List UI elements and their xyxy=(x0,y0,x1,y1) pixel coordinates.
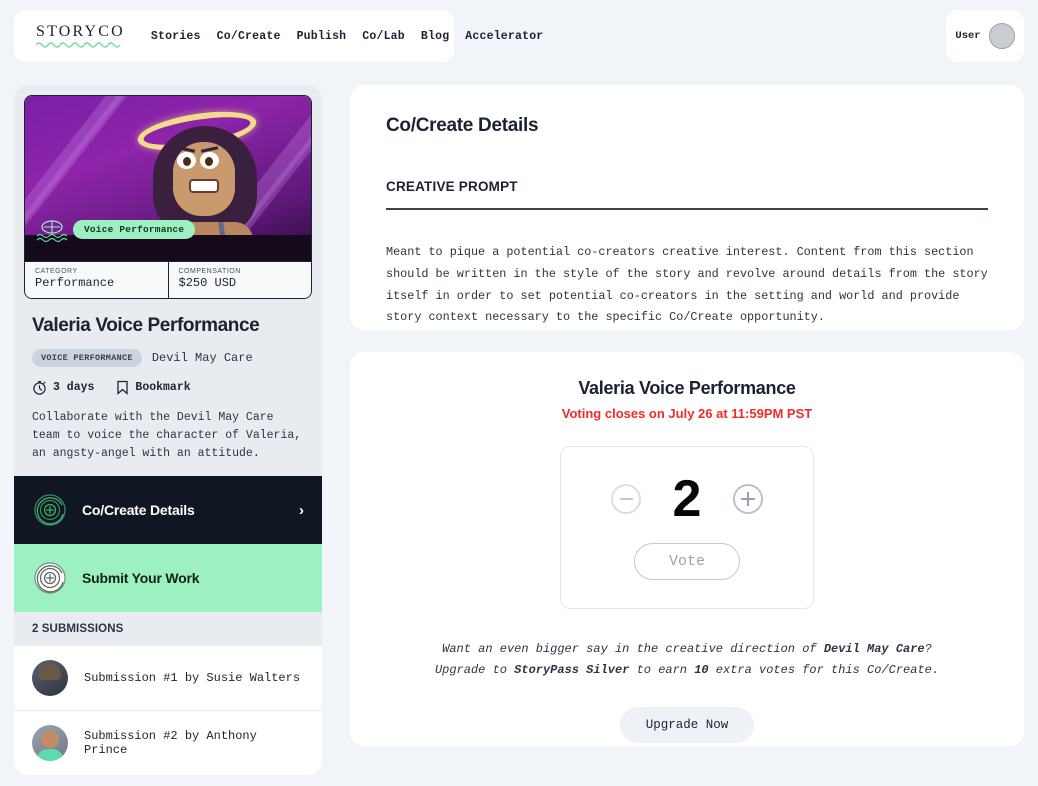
upsell-line2-mid: to earn xyxy=(629,663,695,677)
meta-category-value: Performance xyxy=(35,276,115,290)
voting-panel: Valeria Voice Performance Voting closes … xyxy=(350,352,1024,746)
submission-label: Submission #1 by Susie Walters xyxy=(84,671,301,686)
nav-link-colab[interactable]: Co/Lab xyxy=(362,30,405,43)
upsell-story-name: Devil May Care xyxy=(823,642,925,656)
app-root: STORYCO Stories Co/Create Publish Co/Lab… xyxy=(0,0,1038,786)
brand-mark-icon xyxy=(36,220,68,243)
submissions-list: Submission #1 by Susie Walters Submissio… xyxy=(14,646,322,776)
hero-meta-row: CATEGORY Performance COMPENSATION $250 U… xyxy=(25,261,311,298)
sidebar-item-cocreate-details[interactable]: Co/Create Details › xyxy=(14,476,322,545)
avatar xyxy=(32,660,68,697)
submission-label: Submission #2 by Anthony Prince xyxy=(84,729,257,758)
duration-item: 3 days xyxy=(32,380,94,395)
upsell-line2-pre: Upgrade to xyxy=(434,663,515,677)
list-item[interactable]: Submission #2 by Anthony Prince xyxy=(14,710,322,775)
header-bar: STORYCO Stories Co/Create Publish Co/Lab… xyxy=(14,10,543,62)
vote-button[interactable]: Vote xyxy=(633,543,740,580)
tag-voice-performance[interactable]: VOICE PERFORMANCE xyxy=(32,349,142,367)
meta-category-label: CATEGORY xyxy=(35,268,78,275)
category-badge[interactable]: Voice Performance xyxy=(73,220,196,239)
upgrade-now-button[interactable]: Upgrade Now xyxy=(619,707,755,743)
sidebar-item-label: Submit Your Work xyxy=(82,570,200,587)
decrement-votes-button[interactable] xyxy=(611,484,641,514)
upsell-text: Want an even bigger say in the creative … xyxy=(386,639,988,681)
avatar xyxy=(32,725,68,762)
nav-link-blog[interactable]: Blog xyxy=(421,30,449,43)
stopwatch-icon xyxy=(33,381,46,395)
user-label: User xyxy=(955,30,981,42)
opportunity-description: Collaborate with the Devil May Care team… xyxy=(32,411,302,460)
voting-title: Valeria Voice Performance xyxy=(578,378,796,398)
tag-row: VOICE PERFORMANCE Devil May Care xyxy=(32,349,304,367)
upsell-line-2: Upgrade to StoryPass Silver to earn 10 e… xyxy=(386,660,988,681)
page-title: Valeria Voice Performance xyxy=(32,315,260,336)
quantity-stepper: 2 xyxy=(561,473,813,525)
submit-target-icon xyxy=(34,562,66,595)
creative-prompt-text: Meant to pique a potential co-creators c… xyxy=(386,245,988,325)
info-row: 3 days Bookmark xyxy=(32,380,304,395)
avatar xyxy=(988,23,1015,49)
sidebar-body: Valeria Voice Performance VOICE PERFORMA… xyxy=(14,299,322,476)
hero-image: Voice Performance xyxy=(25,96,311,261)
upsell-line1-post: ? xyxy=(924,642,932,656)
sidebar-item-submit-your-work[interactable]: Submit Your Work xyxy=(14,544,322,613)
meta-compensation-value: $250 USD xyxy=(178,276,237,290)
cocreate-target-icon xyxy=(34,494,66,527)
sidebar: Voice Performance CATEGORY Performance C… xyxy=(14,85,322,776)
nav-link-stories[interactable]: Stories xyxy=(151,30,201,43)
upsell-line1-pre: Want an even bigger say in the creative … xyxy=(442,642,824,656)
increment-votes-button[interactable] xyxy=(733,484,763,514)
meta-compensation: COMPENSATION $250 USD xyxy=(167,262,312,298)
meta-category: CATEGORY Performance xyxy=(25,262,168,298)
voting-deadline: Voting closes on July 26 at 11:59PM PST xyxy=(561,406,813,421)
nav-link-cocreate[interactable]: Co/Create xyxy=(217,30,281,43)
nav-link-publish[interactable]: Publish xyxy=(297,30,347,43)
bookmark-item[interactable]: Bookmark xyxy=(116,380,191,395)
vote-stepper-box: 2 Vote xyxy=(560,446,814,609)
bookmark-label: Bookmark xyxy=(135,381,191,394)
details-panel-title: Co/Create Details xyxy=(386,115,539,136)
meta-compensation-label: COMPENSATION xyxy=(178,268,241,275)
story-name: Devil May Care xyxy=(151,351,253,365)
list-item[interactable]: Submission #1 by Susie Walters xyxy=(14,646,322,710)
main-nav: Stories Co/Create Publish Co/Lab Blog Ac… xyxy=(151,30,544,43)
nav-link-accelerator[interactable]: Accelerator xyxy=(465,30,543,43)
upsell-plan-name: StoryPass Silver xyxy=(514,663,630,677)
logo-text: STORYCO xyxy=(36,23,125,40)
upsell-line-1: Want an even bigger say in the creative … xyxy=(386,639,988,660)
creative-prompt-label: CREATIVE PROMPT xyxy=(386,179,518,194)
duration-label: 3 days xyxy=(53,381,95,394)
submissions-header: 2 SUBMISSIONS xyxy=(14,612,322,647)
logo-wave-icon xyxy=(36,42,121,48)
bookmark-icon xyxy=(117,380,129,395)
cocreate-details-panel: Co/Create Details CREATIVE PROMPT Meant … xyxy=(350,85,1024,330)
chevron-right-icon: › xyxy=(299,501,304,519)
upsell-extra-votes: 10 xyxy=(694,663,709,677)
user-menu[interactable]: User xyxy=(946,10,1024,62)
sidebar-item-label: Co/Create Details xyxy=(82,502,195,519)
logo[interactable]: STORYCO xyxy=(36,24,125,48)
divider xyxy=(386,208,988,210)
upsell-line2-post: extra votes for this Co/Create. xyxy=(708,663,940,677)
opportunity-hero-card: Voice Performance CATEGORY Performance C… xyxy=(24,95,312,299)
vote-count-value: 2 xyxy=(672,470,702,528)
